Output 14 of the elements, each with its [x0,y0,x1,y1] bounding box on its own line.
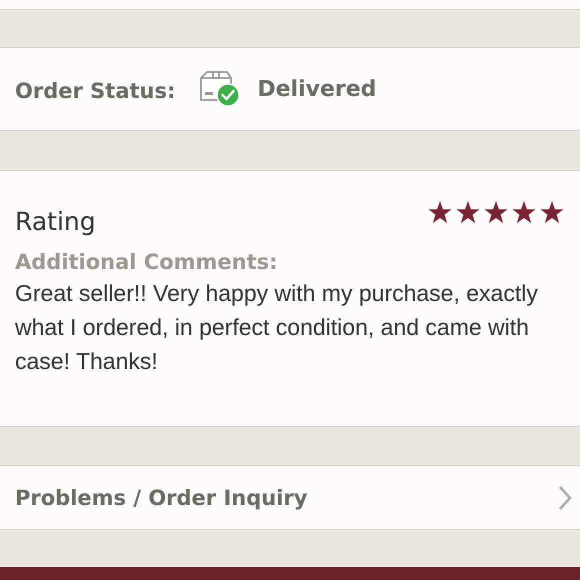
star-icon [512,201,536,224]
star-icon [540,201,564,224]
inquiry-row[interactable]: Problems / Order Inquiry [0,465,580,530]
chevron-right-icon [558,484,572,510]
delivered-box-icon [197,70,242,108]
inquiry-label: Problems / Order Inquiry [15,486,308,510]
star-icon [428,201,452,224]
status-label: Order Status: [15,79,176,103]
status-value: Delivered [257,76,376,102]
comments-label: Additional Comments: [15,250,279,274]
rating-title: Rating [15,207,96,236]
comment-text: Great seller!! Very happy with my purchase, exactly what I ordered, in perfect condition, and came with case! Thanks! [15,279,539,376]
star-icon [456,201,480,224]
star-icon [484,201,508,224]
